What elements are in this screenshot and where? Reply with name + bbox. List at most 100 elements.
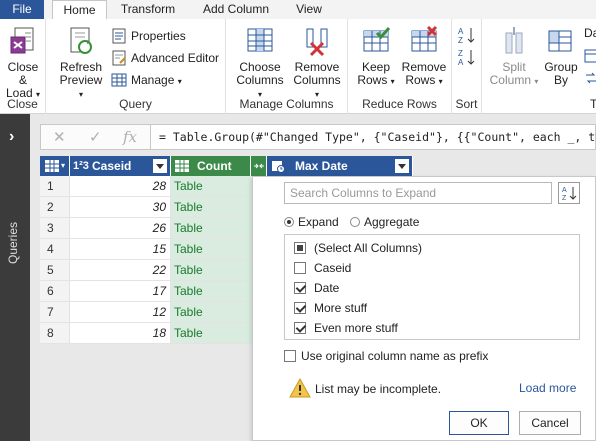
ok-button[interactable]: OK <box>449 411 509 435</box>
use-prefix-checkbox[interactable]: Use original column name as prefix <box>284 348 488 364</box>
group-by-icon <box>548 30 572 52</box>
expand-radio-label: Expand <box>298 215 339 229</box>
cell-caseid[interactable]: 22 <box>70 260 171 281</box>
svg-text:A: A <box>458 27 464 36</box>
row-number[interactable]: 4 <box>40 239 70 260</box>
remove-rows-button[interactable]: Remove Rows ▾ <box>400 25 448 88</box>
cell-caseid[interactable]: 15 <box>70 239 171 260</box>
tab-transform[interactable]: Transform <box>112 0 184 19</box>
svg-text:A: A <box>562 187 567 194</box>
column-option[interactable]: Date <box>294 279 339 297</box>
use-prefix-label: Use original column name as prefix <box>301 349 489 363</box>
group-label-manage-columns: Manage Columns <box>239 97 334 111</box>
split-column-button[interactable]: Split Column ▾ <box>488 25 540 88</box>
warning-icon <box>289 378 311 398</box>
row-number[interactable]: 3 <box>40 218 70 239</box>
cell-caseid[interactable]: 12 <box>70 302 171 323</box>
properties-button[interactable]: Properties <box>111 26 186 46</box>
column-option[interactable]: Even more stuff <box>294 319 398 337</box>
column-option[interactable]: Caseid <box>294 259 351 277</box>
row-number[interactable]: 2 <box>40 197 70 218</box>
cell-caseid[interactable]: 28 <box>70 176 171 197</box>
data-type-button-cut[interactable]: Da <box>584 26 596 40</box>
sort-descending-icon[interactable]: Z A <box>457 47 477 67</box>
row-number[interactable]: 5 <box>40 260 70 281</box>
expand-arrows-icon <box>254 163 264 169</box>
cell-caseid[interactable]: 17 <box>70 281 171 302</box>
table-type-icon[interactable] <box>175 160 189 172</box>
table-select-all-header[interactable]: ▾ <box>40 156 70 176</box>
group-by-label-line2: By <box>553 73 568 87</box>
manage-button[interactable]: Manage ▾ <box>111 70 182 90</box>
column-option[interactable]: (Select All Columns) <box>294 239 422 257</box>
replace-values-icon[interactable] <box>584 71 596 85</box>
properties-label: Properties <box>131 29 186 43</box>
whole-number-type-icon[interactable]: 1²3 <box>73 156 89 176</box>
tab-home[interactable]: Home <box>52 0 107 20</box>
formula-input[interactable]: = Table.Group(#"Changed Type", {"Caseid"… <box>159 130 596 144</box>
cancel-formula-icon[interactable]: ✕ <box>53 128 66 146</box>
group-label-close: Close <box>7 97 38 111</box>
advanced-editor-label: Advanced Editor <box>131 51 220 65</box>
group-label-query: Query <box>119 97 152 111</box>
fx-icon[interactable]: fx <box>123 128 137 146</box>
ribbon: Close & Load ▾ Close Refresh Preview ▾ P… <box>0 19 596 114</box>
first-row-headers-icon[interactable] <box>584 49 596 63</box>
ribbon-tab-bar: File Home Transform Add Column View <box>0 0 596 20</box>
column-option-label: Caseid <box>314 261 352 275</box>
row-number[interactable]: 1 <box>40 176 70 197</box>
column-option[interactable]: More stuff <box>294 299 367 317</box>
load-more-link[interactable]: Load more <box>519 381 576 395</box>
group-by-button[interactable]: Group By <box>542 25 580 87</box>
caseid-filter-dropdown[interactable] <box>153 159 167 173</box>
tab-view[interactable]: View <box>286 0 332 19</box>
group-label-reduce-rows: Reduce Rows <box>362 97 437 111</box>
remove-columns-button[interactable]: Remove Columns ▾ <box>290 25 344 101</box>
aggregate-radio[interactable]: Aggregate <box>350 214 419 230</box>
ribbon-group-close: Close & Load ▾ Close <box>0 19 46 114</box>
column-option-label: Even more stuff <box>314 321 398 335</box>
ribbon-group-reduce-rows: Keep Rows ▾ Remove Rows ▾ Reduce Rows <box>348 19 452 114</box>
choose-columns-button[interactable]: Choose Columns ▾ <box>234 25 286 101</box>
row-number[interactable]: 8 <box>40 323 70 344</box>
group-label-transform-cut: T <box>590 97 596 111</box>
column-header-count-label: Count <box>197 159 232 173</box>
remove-columns-icon <box>306 28 328 57</box>
column-option-checkbox <box>294 282 306 294</box>
column-option-checkbox <box>294 302 306 314</box>
confirm-formula-icon[interactable]: ✓ <box>89 128 102 146</box>
column-header-caseid[interactable]: 1²3 Caseid <box>70 156 171 176</box>
row-number[interactable]: 6 <box>40 281 70 302</box>
expand-queries-icon[interactable]: › <box>9 128 14 146</box>
datetime-type-icon[interactable] <box>271 159 285 173</box>
advanced-editor-button[interactable]: Advanced Editor <box>111 48 219 68</box>
sort-ascending-icon[interactable]: A Z <box>457 25 477 45</box>
tab-add-column[interactable]: Add Column <box>194 0 278 19</box>
dropdown-arrow-icon: ▾ <box>534 77 539 86</box>
column-option-checkbox <box>294 242 306 254</box>
incomplete-list-warning: List may be incomplete. <box>289 378 441 400</box>
manage-grid-icon <box>111 73 127 87</box>
cell-caseid[interactable]: 18 <box>70 323 171 344</box>
keep-rows-button[interactable]: Keep Rows ▾ <box>354 25 398 88</box>
choose-columns-icon <box>247 28 273 52</box>
max-date-filter-dropdown[interactable] <box>395 159 409 173</box>
expand-radio[interactable]: Expand <box>284 214 339 230</box>
cell-caseid[interactable]: 26 <box>70 218 171 239</box>
column-option-checkbox <box>294 322 306 334</box>
refresh-preview-button[interactable]: Refresh Preview ▾ <box>56 25 106 101</box>
column-header-count[interactable]: Count <box>171 156 251 176</box>
search-columns-input[interactable]: Search Columns to Expand <box>284 182 552 204</box>
cell-caseid[interactable]: 30 <box>70 197 171 218</box>
sort-columns-button[interactable]: A Z <box>558 182 580 204</box>
cancel-button[interactable]: Cancel <box>519 411 581 435</box>
tab-file[interactable]: File <box>0 0 44 19</box>
remove-rows-label-line2: Rows ▾ <box>405 73 443 87</box>
row-number[interactable]: 7 <box>40 302 70 323</box>
queries-panel-label[interactable]: Queries <box>6 222 20 264</box>
formula-bar: ✕ ✓ fx = Table.Group(#"Changed Type", {"… <box>40 124 596 150</box>
close-load-label-line1: Close & <box>7 60 39 87</box>
column-header-max-date[interactable]: Max Date <box>267 156 413 176</box>
close-and-load-button[interactable]: Close & Load ▾ <box>2 25 44 101</box>
expand-column-button[interactable] <box>251 156 267 176</box>
